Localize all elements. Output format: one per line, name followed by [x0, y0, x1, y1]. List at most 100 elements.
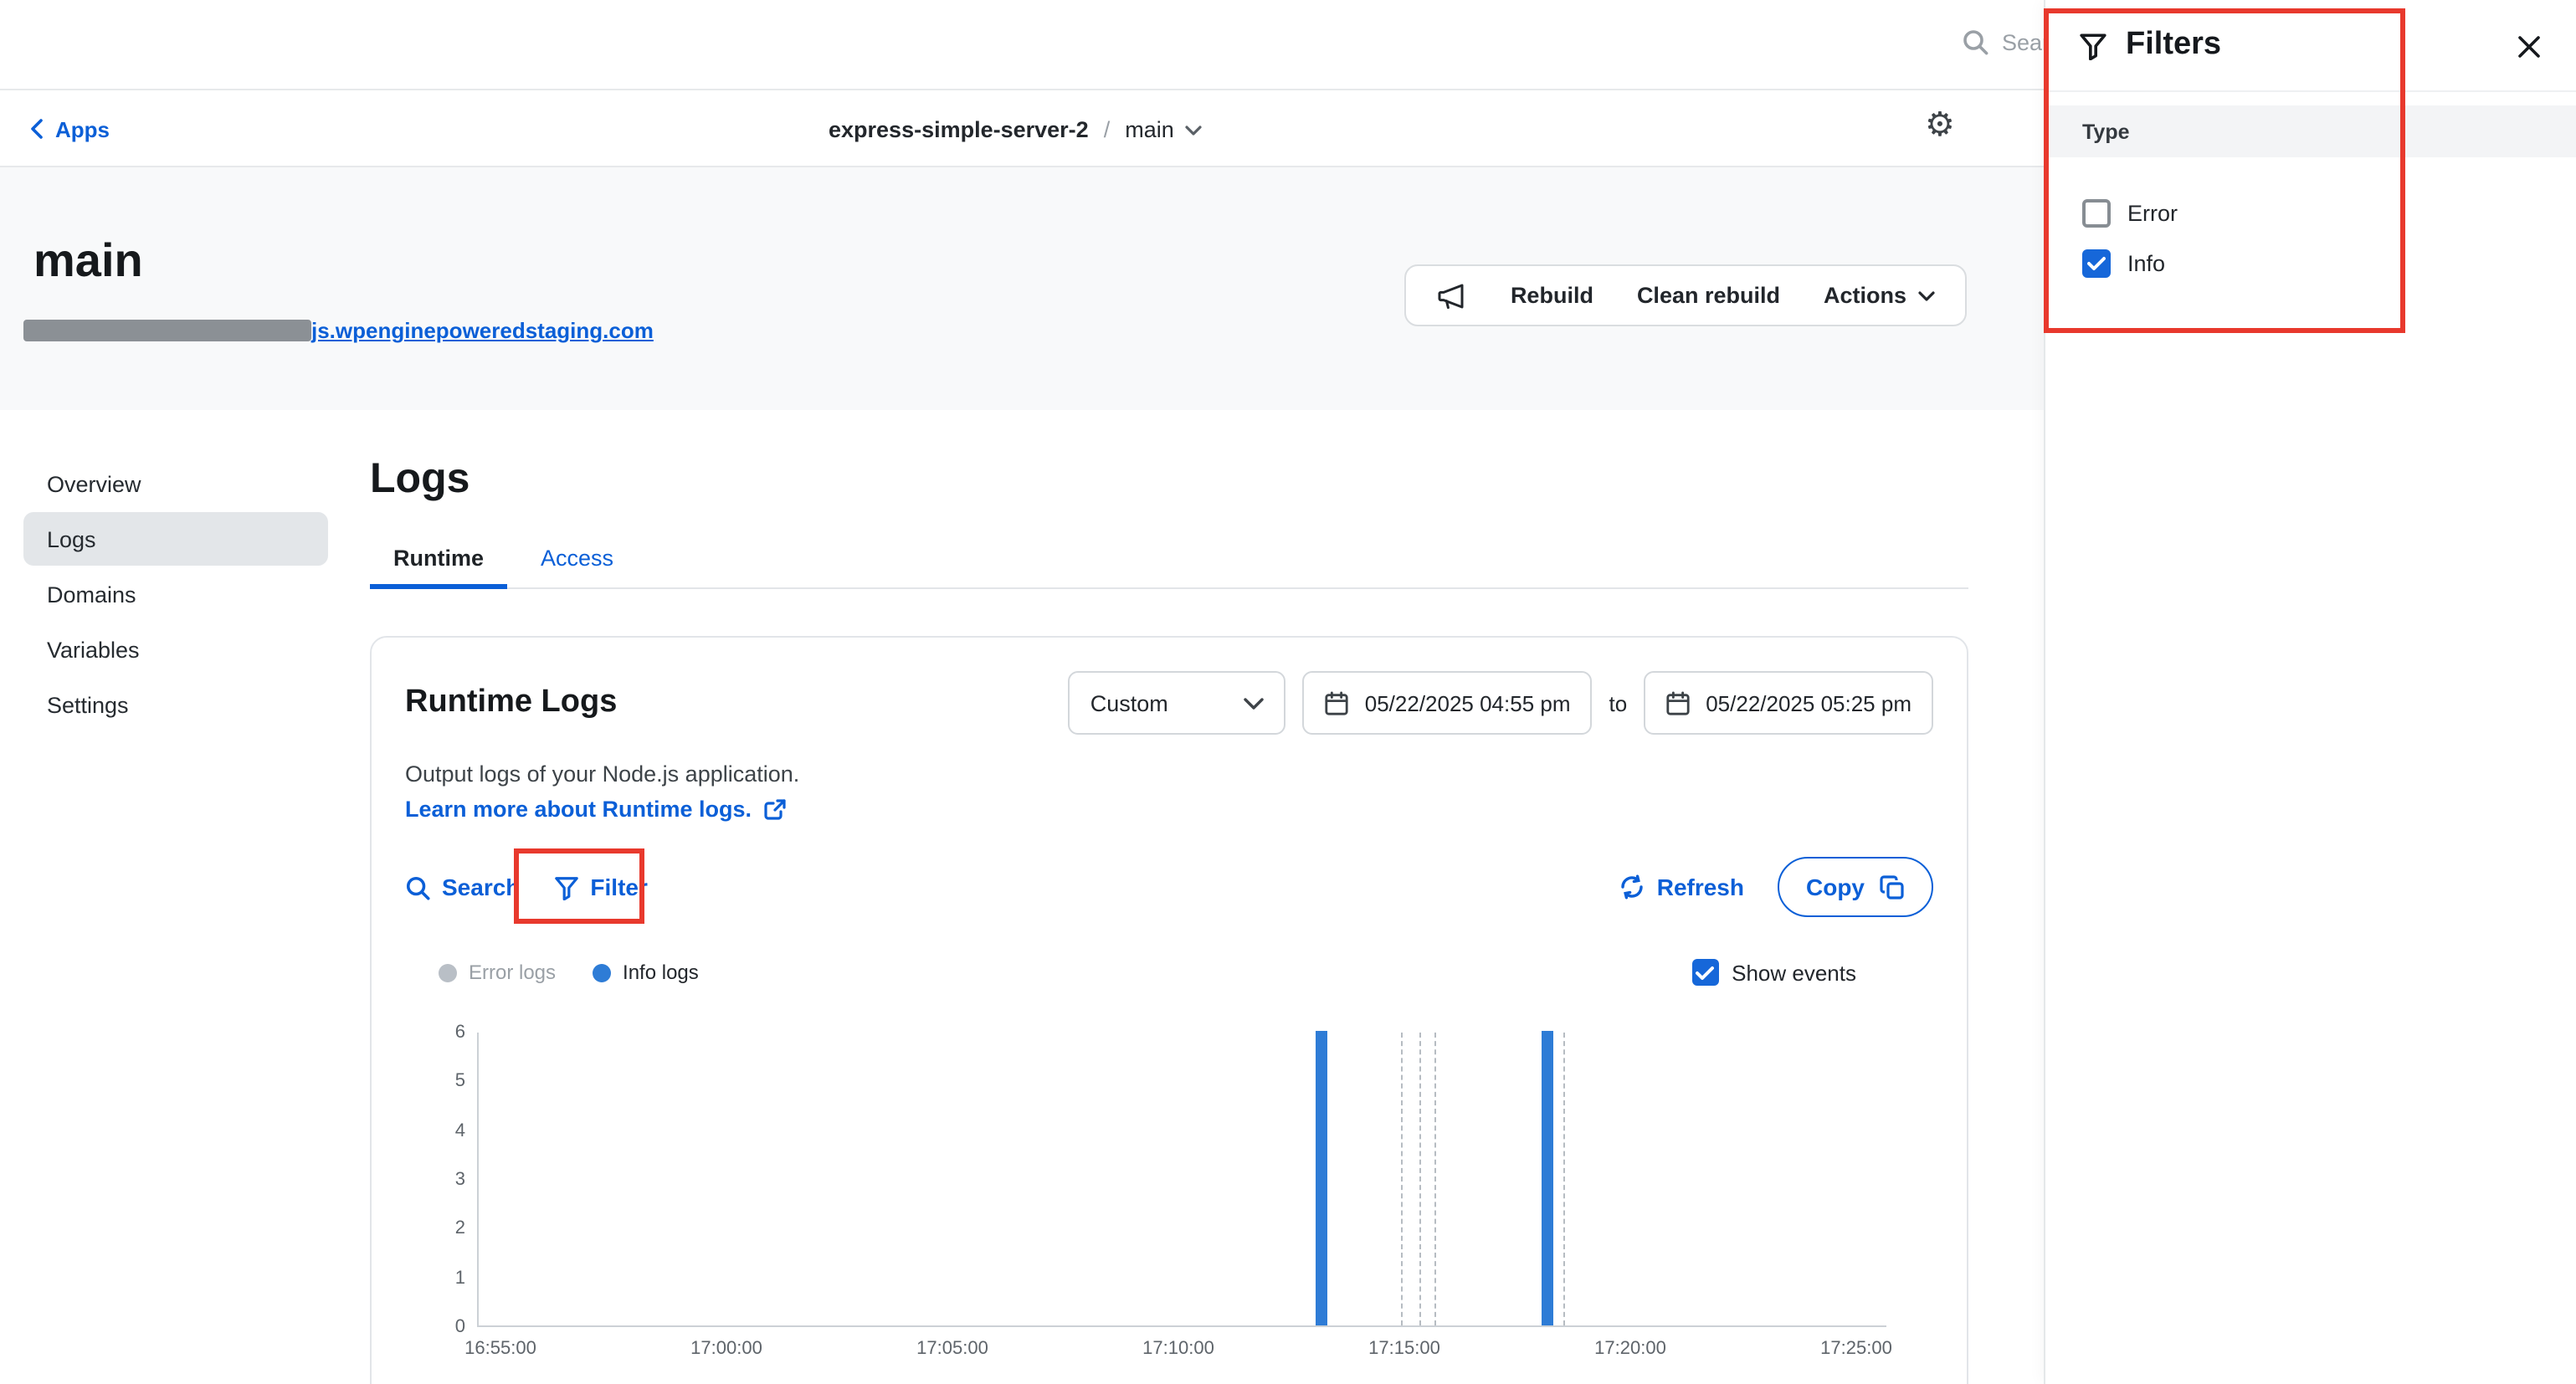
- copy-icon: [1880, 874, 1905, 900]
- y-axis-label: 3: [418, 1170, 465, 1190]
- card-description: Output logs of your Node.js application.: [405, 761, 1933, 787]
- chart-legend: Error logs Info logs: [439, 961, 699, 984]
- chevron-down-icon: [1244, 697, 1265, 709]
- legend-label: Info logs: [623, 961, 699, 984]
- app-root: Search Apps express-simple-server-2 / ma…: [0, 0, 2576, 1384]
- sidebar-item-settings[interactable]: Settings: [23, 678, 328, 731]
- environment-name: main: [1125, 116, 1174, 141]
- filter-option-label: Error: [2127, 200, 2178, 225]
- redacted-domain-prefix: [23, 320, 311, 341]
- y-axis-label: 2: [418, 1219, 465, 1239]
- card-header: Runtime Logs Custom 05/22/2025 04:55 pm …: [405, 671, 1933, 735]
- chevron-down-icon: [1918, 290, 1935, 300]
- x-axis-label: 17:05:00: [916, 1339, 988, 1359]
- filter-section-type-label: Type: [2045, 105, 2576, 157]
- page-title: main: [33, 234, 143, 288]
- filters-panel: Filters Type Error Info: [2044, 0, 2576, 1384]
- chevron-left-icon: [30, 119, 44, 139]
- refresh-button[interactable]: Refresh: [1619, 874, 1744, 900]
- y-axis-label: 5: [418, 1072, 465, 1092]
- actions-menu-button[interactable]: Actions: [1824, 283, 1935, 308]
- environment-selector[interactable]: main: [1125, 116, 1203, 141]
- filter-options-list: Error Info: [2045, 187, 2576, 288]
- learn-more-link[interactable]: Learn more about Runtime logs.: [405, 797, 787, 822]
- runtime-logs-card: Runtime Logs Custom 05/22/2025 04:55 pm …: [370, 636, 1968, 1384]
- announcements-button[interactable]: [1437, 280, 1467, 310]
- funnel-icon: [2079, 31, 2107, 59]
- x-axis-label: 17:20:00: [1594, 1339, 1666, 1359]
- show-events-checkbox[interactable]: Show events: [1691, 959, 1856, 986]
- back-to-apps-link[interactable]: Apps: [30, 90, 110, 167]
- x-axis-label: 17:25:00: [1820, 1339, 1892, 1359]
- time-range-select[interactable]: Custom: [1069, 671, 1286, 735]
- event-marker-line: [1434, 1033, 1436, 1325]
- filters-panel-header: Filters: [2045, 0, 2576, 92]
- section-title: Logs: [370, 455, 470, 504]
- filter-option-label: Info: [2127, 250, 2165, 275]
- close-filters-button[interactable]: [2511, 28, 2548, 65]
- tab-access[interactable]: Access: [517, 532, 637, 589]
- y-axis-label: 1: [418, 1268, 465, 1288]
- sidebar-item-domains[interactable]: Domains: [23, 567, 328, 621]
- range-controls: Custom 05/22/2025 04:55 pm to 0: [1069, 671, 1933, 735]
- back-label: Apps: [55, 116, 110, 141]
- date-from-input[interactable]: 05/22/2025 04:55 pm: [1303, 671, 1593, 735]
- card-title: Runtime Logs: [405, 684, 617, 721]
- breadcrumb-app-name[interactable]: express-simple-server-2: [829, 116, 1089, 141]
- sidebar: OverviewLogsDomainsVariablesSettings: [23, 457, 328, 731]
- megaphone-icon: [1437, 280, 1467, 310]
- event-marker-line: [1401, 1033, 1403, 1325]
- filters-panel-title: Filters: [2126, 27, 2221, 64]
- chart-plot-area: 012345616:55:0017:00:0017:05:0017:10:001…: [477, 1033, 1886, 1327]
- calendar-icon: [1665, 690, 1691, 715]
- checkbox-checked-icon: [1691, 959, 1718, 986]
- sidebar-item-variables[interactable]: Variables: [23, 623, 328, 676]
- breadcrumb-separator: /: [1104, 116, 1111, 141]
- filter-option-info[interactable]: Info: [2045, 238, 2576, 288]
- legend-row: Error logs Info logs Show events: [405, 956, 1933, 989]
- copy-button[interactable]: Copy: [1778, 857, 1933, 917]
- checkbox-checked-icon: [2082, 249, 2111, 277]
- funnel-icon: [553, 874, 578, 900]
- logs-toolbar: Search Filter Refresh Copy: [405, 855, 1933, 919]
- environment-actions: Rebuild Clean rebuild Actions: [1405, 264, 1967, 326]
- sidebar-item-logs[interactable]: Logs: [23, 512, 328, 566]
- log-count-bar[interactable]: [1316, 1031, 1327, 1325]
- event-marker-line: [1419, 1033, 1421, 1325]
- checkbox-unchecked-icon: [2082, 198, 2111, 227]
- gear-icon: ⚙: [1925, 107, 1955, 144]
- x-axis-label: 16:55:00: [464, 1339, 536, 1359]
- x-axis-label: 17:15:00: [1368, 1339, 1440, 1359]
- refresh-icon: [1619, 874, 1645, 900]
- date-to-input[interactable]: 05/22/2025 05:25 pm: [1644, 671, 1933, 735]
- event-marker-line: [1563, 1033, 1564, 1325]
- log-count-bar[interactable]: [1542, 1031, 1553, 1325]
- y-axis-label: 0: [418, 1317, 465, 1337]
- settings-gear-button[interactable]: ⚙: [1925, 109, 1955, 142]
- legend-item[interactable]: Info logs: [593, 961, 699, 984]
- logs-chart: 012345616:55:0017:00:0017:05:0017:10:001…: [477, 1033, 1933, 1327]
- calendar-icon: [1325, 690, 1350, 715]
- breadcrumb: express-simple-server-2 / main: [829, 90, 1203, 167]
- clean-rebuild-button[interactable]: Clean rebuild: [1637, 283, 1780, 308]
- filter-logs-button[interactable]: Filter: [553, 874, 647, 900]
- tab-runtime[interactable]: Runtime: [370, 532, 507, 589]
- rebuild-button[interactable]: Rebuild: [1511, 283, 1593, 308]
- legend-dot: [439, 963, 457, 982]
- y-axis-label: 6: [418, 1023, 465, 1043]
- y-axis-label: 4: [418, 1120, 465, 1141]
- domain-link[interactable]: js.wpenginepoweredstaging.com: [311, 318, 654, 343]
- close-icon: [2516, 33, 2543, 60]
- external-link-icon: [763, 797, 787, 821]
- legend-item[interactable]: Error logs: [439, 961, 556, 984]
- legend-label: Error logs: [469, 961, 556, 984]
- search-logs-button[interactable]: Search: [405, 874, 520, 900]
- search-icon: [1962, 28, 1988, 55]
- search-icon: [405, 874, 430, 900]
- chevron-down-icon: [1186, 126, 1203, 136]
- sidebar-item-overview[interactable]: Overview: [23, 457, 328, 510]
- tabs: RuntimeAccess: [370, 532, 1968, 589]
- x-axis-label: 17:10:00: [1142, 1339, 1214, 1359]
- x-axis-label: 17:00:00: [690, 1339, 762, 1359]
- filter-option-error[interactable]: Error: [2045, 187, 2576, 238]
